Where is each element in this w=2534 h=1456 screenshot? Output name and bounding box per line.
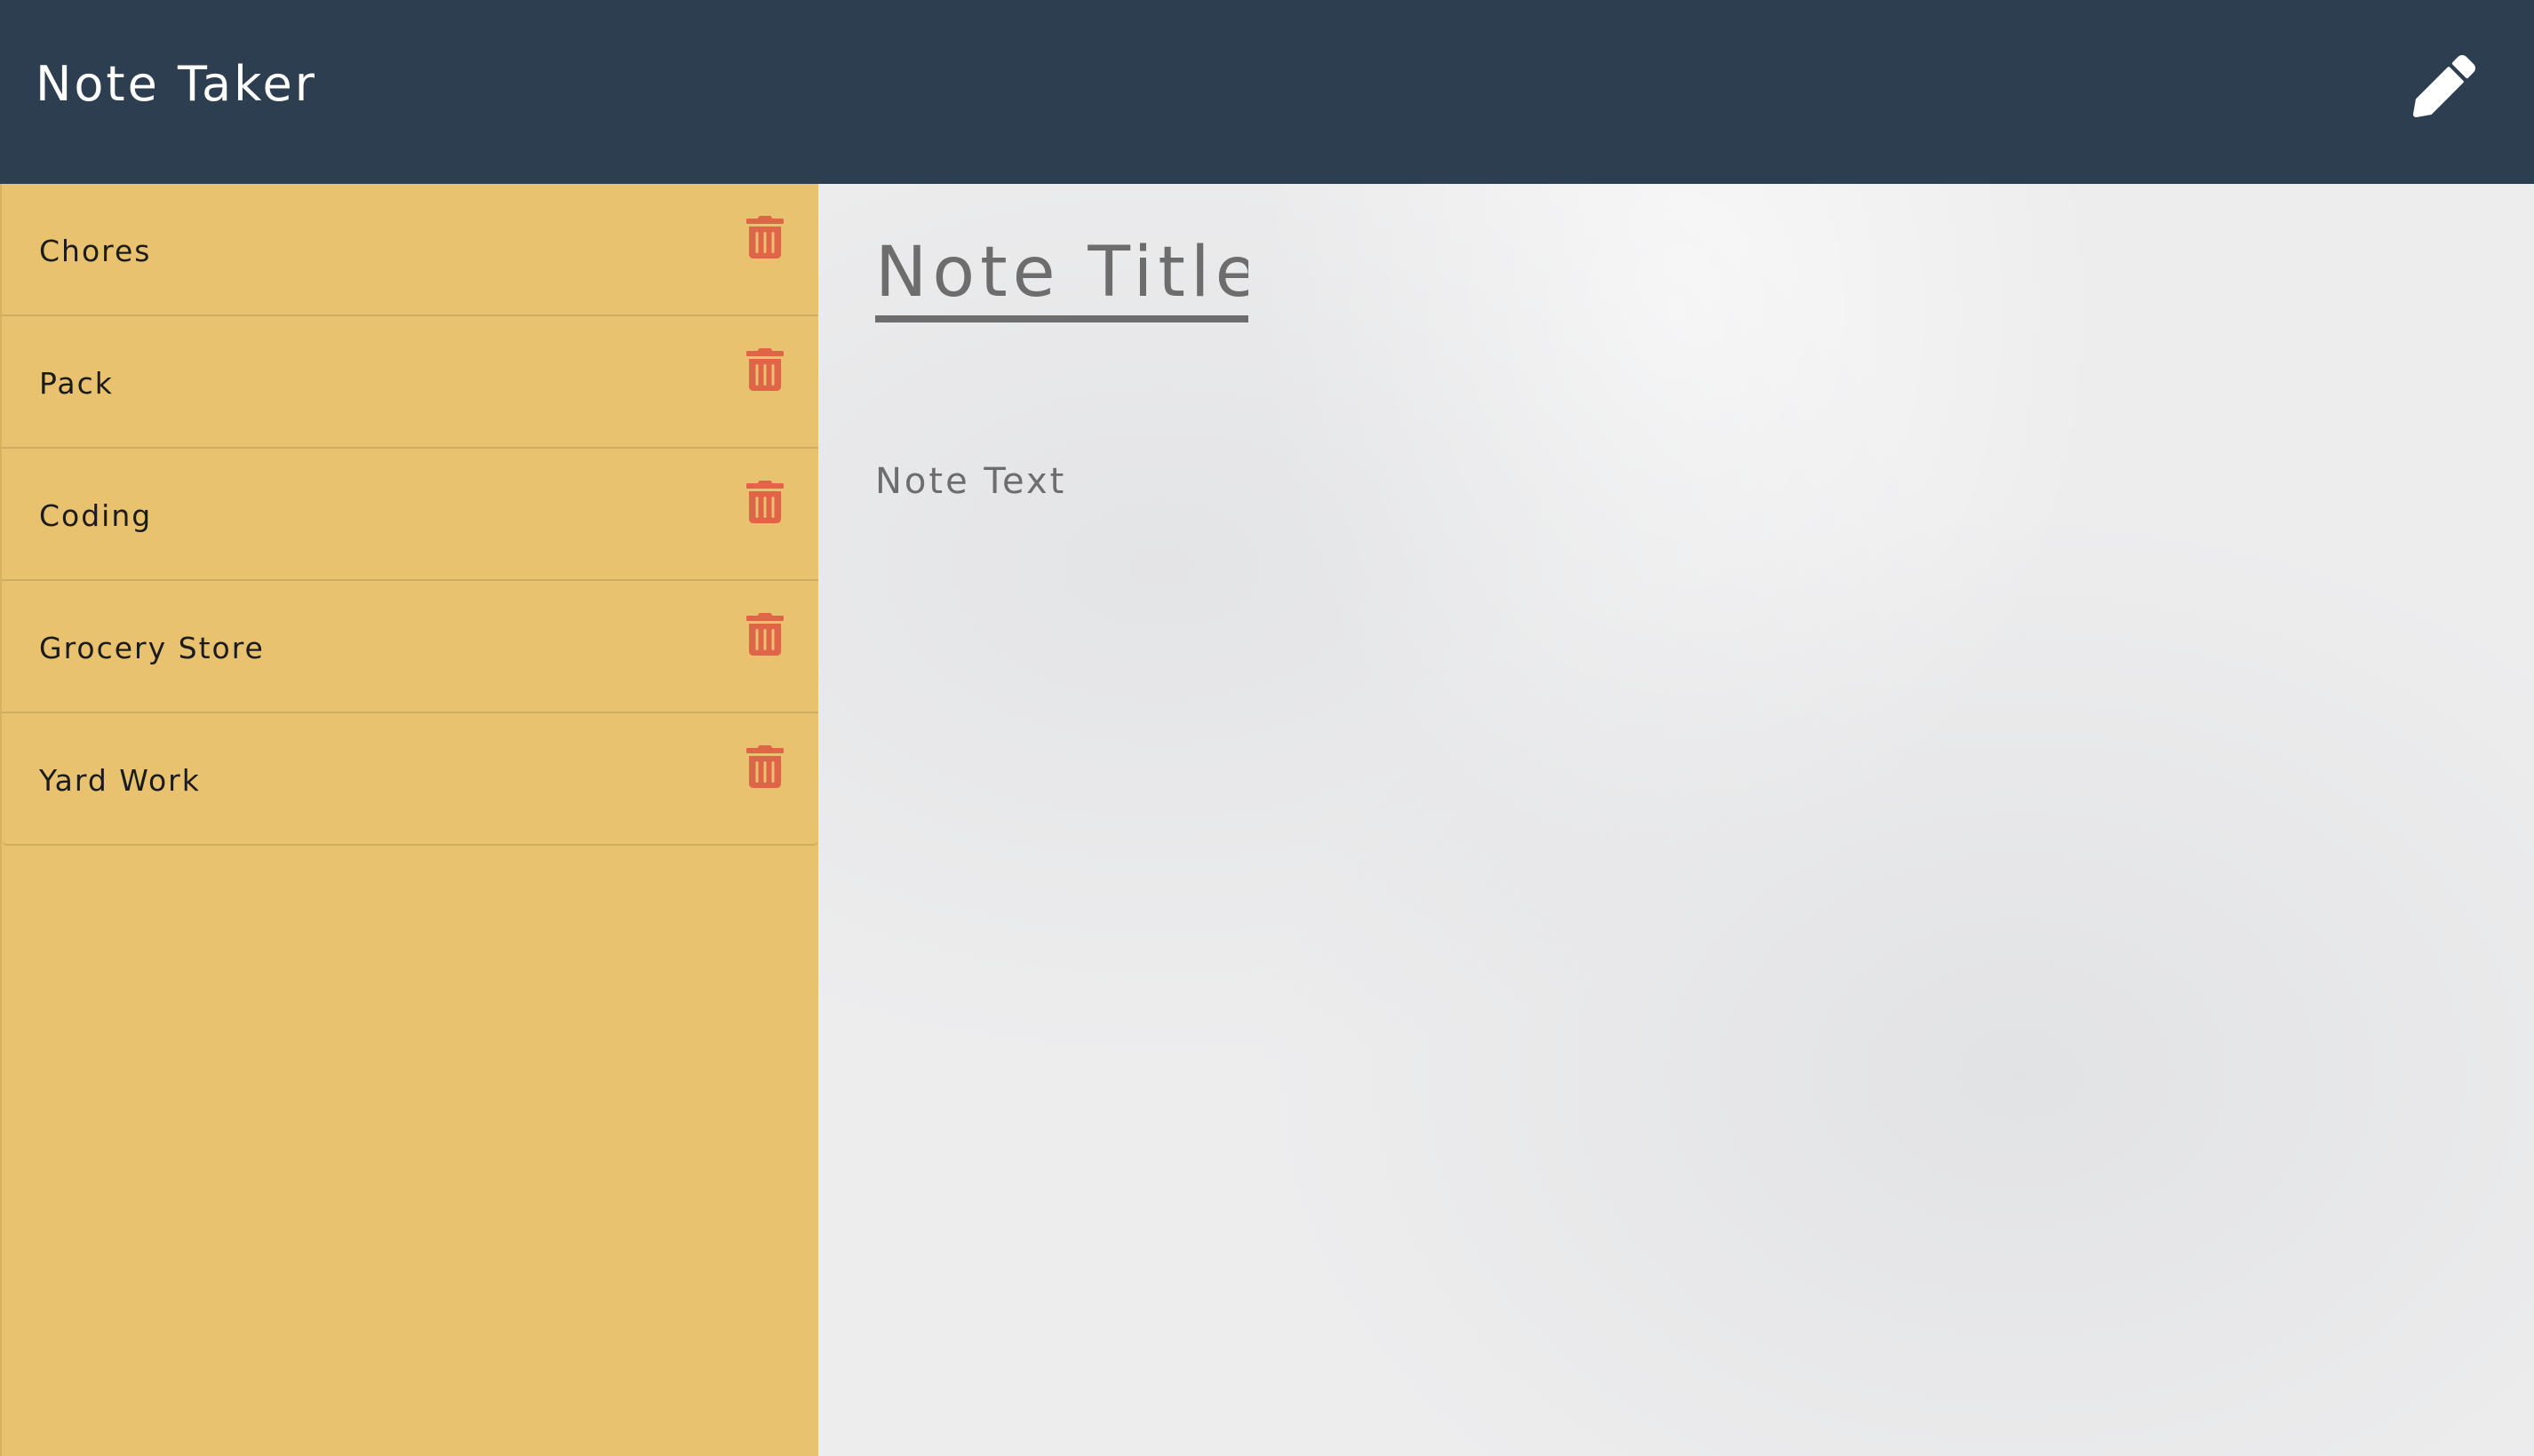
list-item[interactable]: Chores [2,184,818,316]
note-item-label[interactable]: Pack [39,366,114,401]
pencil-icon [2413,55,2475,117]
list-item[interactable]: Grocery Store [2,581,818,713]
list-item[interactable]: Coding [2,449,818,581]
note-list: Chores Pack Coding Grocery Store Yard Wo… [2,184,818,846]
app-brand[interactable]: Note Taker [36,60,317,108]
note-text-area[interactable] [875,461,2457,1394]
note-item-label[interactable]: Grocery Store [39,631,265,665]
note-item-label[interactable]: Yard Work [39,763,201,798]
note-item-label[interactable]: Coding [39,498,152,533]
note-item-label[interactable]: Chores [39,234,152,268]
note-title-input[interactable] [875,230,1248,322]
note-taker-app: Note Taker Chores Pack Coding Grocery St… [0,0,2534,1456]
trash-icon[interactable] [746,745,784,788]
trash-icon[interactable] [746,216,784,259]
new-note-button[interactable] [2413,55,2475,117]
navbar: Note Taker [0,0,2534,184]
trash-icon[interactable] [746,481,784,523]
trash-icon[interactable] [746,348,784,391]
trash-icon[interactable] [746,613,784,656]
list-item[interactable]: Yard Work [2,713,818,846]
notes-sidebar: Chores Pack Coding Grocery Store Yard Wo… [0,184,818,1456]
note-editor [818,184,2534,1456]
list-item[interactable]: Pack [2,316,818,449]
